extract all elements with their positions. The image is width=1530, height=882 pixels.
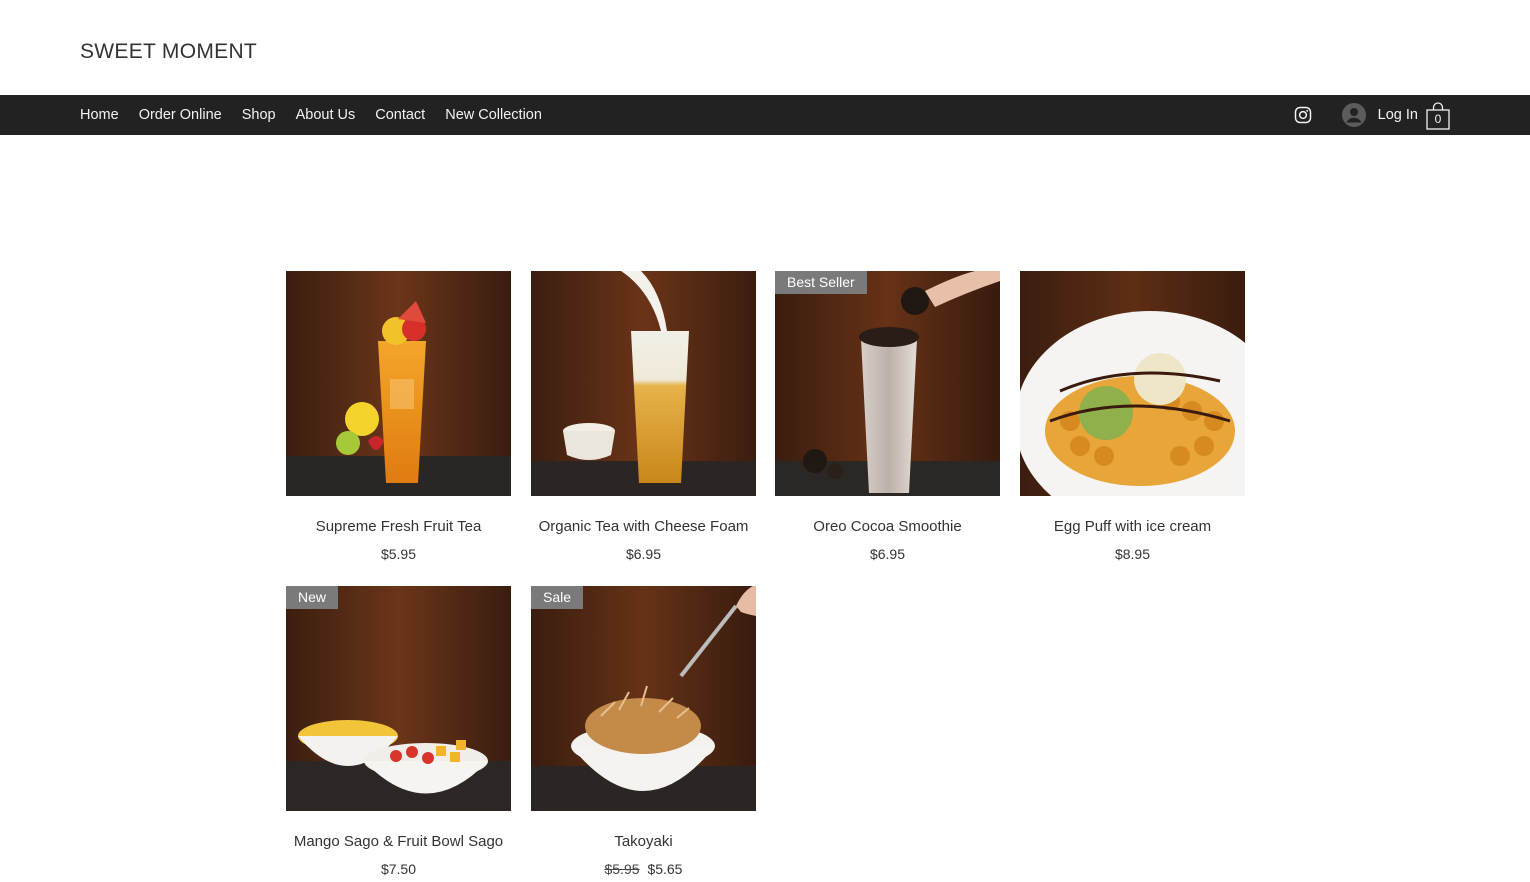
login-button[interactable]: Log In bbox=[1341, 103, 1418, 127]
product-price: $6.95 bbox=[531, 546, 756, 562]
nav-item-about-us[interactable]: About Us bbox=[296, 107, 356, 123]
product-image[interactable] bbox=[1020, 271, 1245, 496]
product-title[interactable]: Egg Puff with ice cream bbox=[1020, 518, 1245, 535]
instagram-icon[interactable] bbox=[1294, 106, 1312, 124]
product-ribbon: Sale bbox=[531, 586, 584, 609]
product-card[interactable]: Sale Takoyaki $5.95 $5.65 bbox=[531, 586, 756, 877]
product-card[interactable]: Organic Tea with Cheese Foam $6.95 bbox=[531, 271, 756, 562]
product-title[interactable]: Takoyaki bbox=[531, 833, 756, 850]
product-price: $8.95 bbox=[1020, 546, 1245, 562]
login-label: Log In bbox=[1377, 107, 1418, 123]
cart-count: 0 bbox=[1434, 112, 1442, 126]
product-card[interactable]: Supreme Fresh Fruit Tea $5.95 bbox=[286, 271, 511, 562]
product-card[interactable]: Best Seller Oreo Cocoa Smoothie $6.95 bbox=[775, 271, 1000, 562]
product-current-price: $7.50 bbox=[380, 861, 417, 877]
product-current-price: $6.95 bbox=[625, 546, 662, 562]
product-current-price: $5.65 bbox=[647, 861, 683, 877]
product-price: $5.95 bbox=[286, 546, 511, 562]
product-price: $5.95 $5.65 bbox=[531, 861, 756, 877]
product-image[interactable]: New bbox=[286, 586, 511, 811]
product-ribbon: Best Seller bbox=[775, 271, 867, 294]
nav-links: Home Order Online Shop About Us Contact … bbox=[80, 95, 562, 135]
product-image[interactable]: Best Seller bbox=[775, 271, 1000, 496]
product-title[interactable]: Organic Tea with Cheese Foam bbox=[531, 518, 756, 535]
product-ribbon: New bbox=[286, 586, 339, 609]
nav-item-order-online[interactable]: Order Online bbox=[139, 107, 222, 123]
nav-item-home[interactable]: Home bbox=[80, 107, 119, 123]
nav-actions: Log In 0 bbox=[1294, 95, 1450, 135]
cart-button[interactable]: 0 bbox=[1426, 102, 1450, 130]
product-image[interactable] bbox=[531, 271, 756, 496]
product-image[interactable] bbox=[286, 271, 511, 496]
product-current-price: $6.95 bbox=[869, 546, 906, 562]
product-price: $7.50 bbox=[286, 861, 511, 877]
product-title[interactable]: Mango Sago & Fruit Bowl Sago bbox=[286, 833, 511, 850]
site-logo-text[interactable]: SWEET MOMENT bbox=[80, 40, 257, 64]
product-current-price: $5.95 bbox=[380, 546, 417, 562]
product-title[interactable]: Supreme Fresh Fruit Tea bbox=[286, 518, 511, 535]
user-avatar-icon bbox=[1341, 103, 1366, 127]
product-card[interactable]: Egg Puff with ice cream $8.95 bbox=[1020, 271, 1245, 562]
product-title[interactable]: Oreo Cocoa Smoothie bbox=[775, 518, 1000, 535]
product-image[interactable]: Sale bbox=[531, 586, 756, 811]
site-header: SWEET MOMENT bbox=[0, 0, 1530, 95]
nav-item-shop[interactable]: Shop bbox=[242, 107, 276, 123]
nav-item-new-collection[interactable]: New Collection bbox=[445, 107, 542, 123]
nav-item-contact[interactable]: Contact bbox=[375, 107, 425, 123]
product-price: $6.95 bbox=[775, 546, 1000, 562]
main-navigation: Home Order Online Shop About Us Contact … bbox=[0, 95, 1530, 135]
product-original-price: $5.95 bbox=[604, 861, 640, 877]
product-current-price: $8.95 bbox=[1114, 546, 1151, 562]
product-card[interactable]: New Mango Sago & Fruit Bowl Sago $7.50 bbox=[286, 586, 511, 877]
